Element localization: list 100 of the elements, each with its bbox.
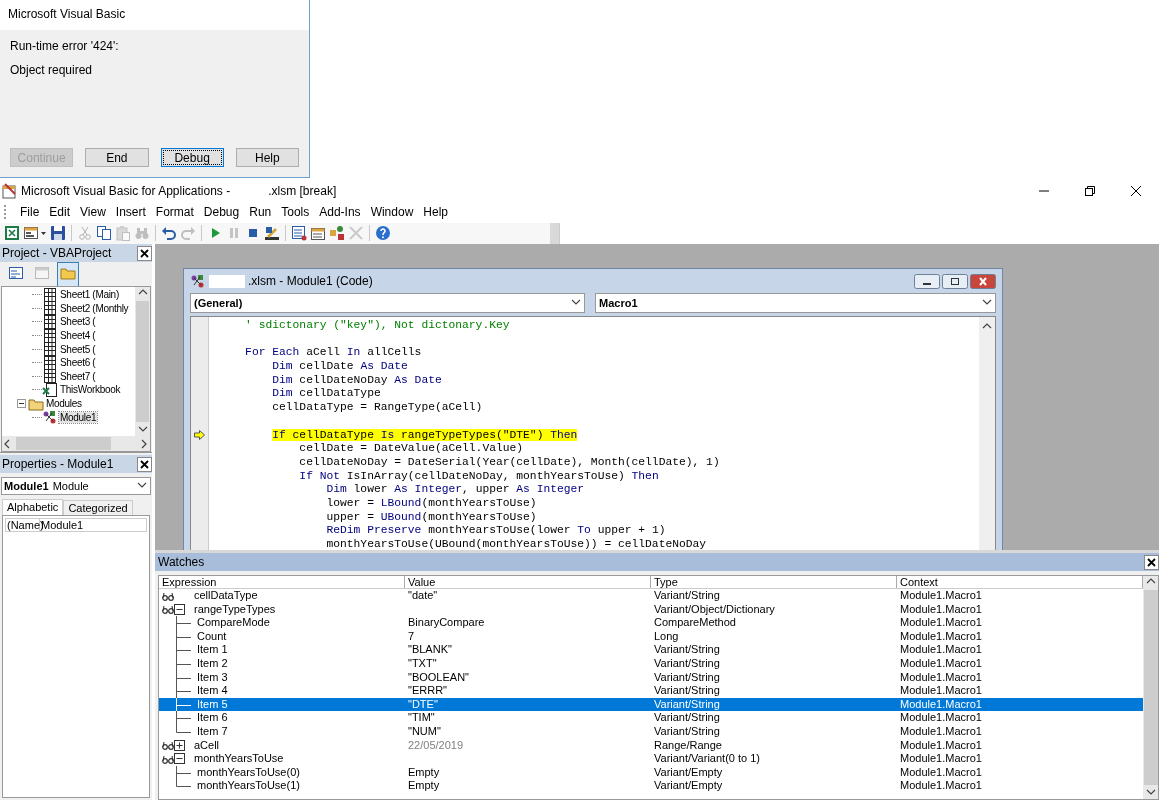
object-dropdown[interactable]: Module1 Module [1,477,151,495]
tree-item[interactable]: Sheet2 (Monthly [59,302,130,314]
collapse-toggle[interactable] [174,603,185,615]
watch-row[interactable]: Item 4 "ERRR" Variant/String Module1.Macro1 [159,684,1143,698]
module-icon [190,273,206,289]
menu-item[interactable]: Format [150,205,199,219]
help-icon[interactable] [375,225,391,241]
menu-item[interactable]: Help [418,205,453,219]
close-button[interactable] [970,273,996,289]
watch-row[interactable]: Item 3 "BOOLEAN" Variant/String Module1.Macro1 [159,670,1143,685]
watch-row[interactable]: monthYearsToUse Variant/Variant(0 to 1) Module1.Macro1 [159,752,1143,766]
menu-item[interactable]: Edit [44,205,76,219]
expand-toggle[interactable] [174,739,185,751]
watch-type: Range/Range [654,738,722,753]
tree-connector [32,389,42,391]
watch-row[interactable]: aCell 22/05/2019 Range/Range Module1.Macro1 [159,738,1143,753]
scrollbar-thumb[interactable] [136,301,149,422]
scrollbar-thumb[interactable] [16,437,111,450]
watch-row[interactable]: CompareMode BinaryCompare CompareMethod Module1.Macro1 [159,616,1143,630]
project-explorer-icon[interactable] [291,225,307,241]
menu-item[interactable]: Tools [276,205,315,219]
code-line: cellDateNoDay = DateSerial(Year(cellDate), Month(cellDate), 1) [298,455,720,470]
tree-connector [176,616,191,631]
tree-connector [32,335,42,337]
watch-row[interactable]: Item 7 "NUM" Variant/String Module1.Macro1 [159,724,1143,739]
tree-connector [32,294,42,296]
ruler-pencil-icon[interactable] [264,225,280,241]
dialog-button[interactable]: Help [235,148,299,167]
menu-item[interactable]: Insert [110,205,151,219]
watch-row[interactable]: Item 1 "BLANK" Variant/String Module1.Macro1 [159,643,1143,657]
tree-item[interactable]: ThisWorkbook [59,384,122,396]
tab[interactable]: Categorized [63,500,133,515]
object-dropdown[interactable]: (General) [190,293,585,313]
copy-icon[interactable] [96,225,112,241]
procedure-dropdown[interactable]: Macro1 [595,293,996,313]
sheet-icon [42,314,58,330]
maximize-button[interactable] [942,273,968,289]
dialog-button[interactable]: End [85,148,149,167]
watch-expression: Item 3 [197,670,228,685]
watch-row[interactable]: rangeTypeTypes Variant/Object/Dictionary Module1.Macro1 [159,602,1143,617]
menu-item[interactable]: Run [244,205,277,219]
tree-item[interactable]: Sheet4 ( [59,330,97,342]
watch-row[interactable]: monthYearsToUse(1) Empty Variant/Empty Module1.Macro1 [159,779,1143,793]
column-header[interactable]: Value [405,576,651,588]
form-dropdown-icon[interactable] [23,225,47,241]
watch-expression: monthYearsToUse(0) [197,765,300,780]
watch-value: "BLANK" [408,643,452,657]
collapse-toggle[interactable] [16,399,26,409]
tree-item[interactable]: Sheet5 ( [59,343,97,355]
code-line: upper = UBound(monthYearsToUse) [325,510,537,525]
close-icon[interactable] [137,456,152,472]
column-header[interactable]: Expression [159,576,405,588]
menu-item[interactable]: Debug [198,205,245,219]
menu-item[interactable]: Add-Ins [314,205,366,219]
properties-icon[interactable] [310,225,326,241]
watch-type: Variant/String [654,711,720,725]
watch-expression: CompareMode [197,616,270,630]
menu-item[interactable]: View [75,205,111,219]
restore-icon[interactable] [1085,186,1095,196]
tree-item[interactable]: Sheet3 ( [59,316,97,328]
watch-context: Module1.Macro1 [900,779,982,793]
close-icon[interactable] [1131,186,1141,196]
tree-item[interactable]: Modules [45,398,83,410]
watch-expression: Item 7 [197,724,228,739]
shapes-icon[interactable] [329,225,345,241]
workbook-icon [42,381,58,398]
vertical-scrollbar[interactable] [135,287,150,436]
save-icon[interactable] [50,225,66,241]
watch-expression: rangeTypeTypes [194,602,276,617]
watch-row[interactable]: Item 6 "TIM" Variant/String Module1.Macro1 [159,711,1143,725]
column-header[interactable]: Type [651,576,897,588]
watch-row[interactable]: monthYearsToUse(0) Empty Variant/Empty Module1.Macro1 [159,765,1143,780]
vertical-scrollbar[interactable] [979,317,995,550]
undo-icon[interactable] [161,225,177,241]
menu-item[interactable]: File [15,205,45,219]
watch-row[interactable]: Item 5 "DTE" Variant/String Module1.Macro1 [159,697,1143,712]
tree-connector [32,307,42,309]
tree-connector [176,656,191,671]
close-icon[interactable] [137,245,152,261]
watch-row[interactable]: cellDataType "date" Variant/String Module1.Macro1 [159,589,1143,603]
sheet-icon [42,341,58,358]
folder-button[interactable] [57,261,79,287]
watch-context: Module1.Macro1 [900,656,982,671]
tree-item[interactable]: Module1 [59,411,98,423]
tree-connector [32,416,42,418]
collapse-toggle[interactable] [174,753,185,765]
tab[interactable]: Alphabetic [2,499,64,515]
spreadsheet-icon[interactable] [4,225,20,241]
watch-row[interactable]: Count 7 Long Module1.Macro1 [159,629,1143,644]
menu-item[interactable]: Window [365,205,419,219]
minimize-button[interactable] [914,273,940,289]
watch-value: "TXT" [408,656,437,671]
horizontal-scrollbar[interactable] [2,436,150,451]
tree-item[interactable]: Sheet1 (Main) [59,289,120,301]
tree-item[interactable]: Sheet6 ( [59,357,97,369]
dialog-button[interactable]: Debug [160,148,224,167]
tree-item[interactable]: Sheet7 ( [59,370,97,382]
code-view-icon[interactable] [8,264,24,281]
close-icon[interactable] [1144,554,1159,570]
watch-row[interactable]: Item 2 "TXT" Variant/String Module1.Macro1 [159,656,1143,671]
